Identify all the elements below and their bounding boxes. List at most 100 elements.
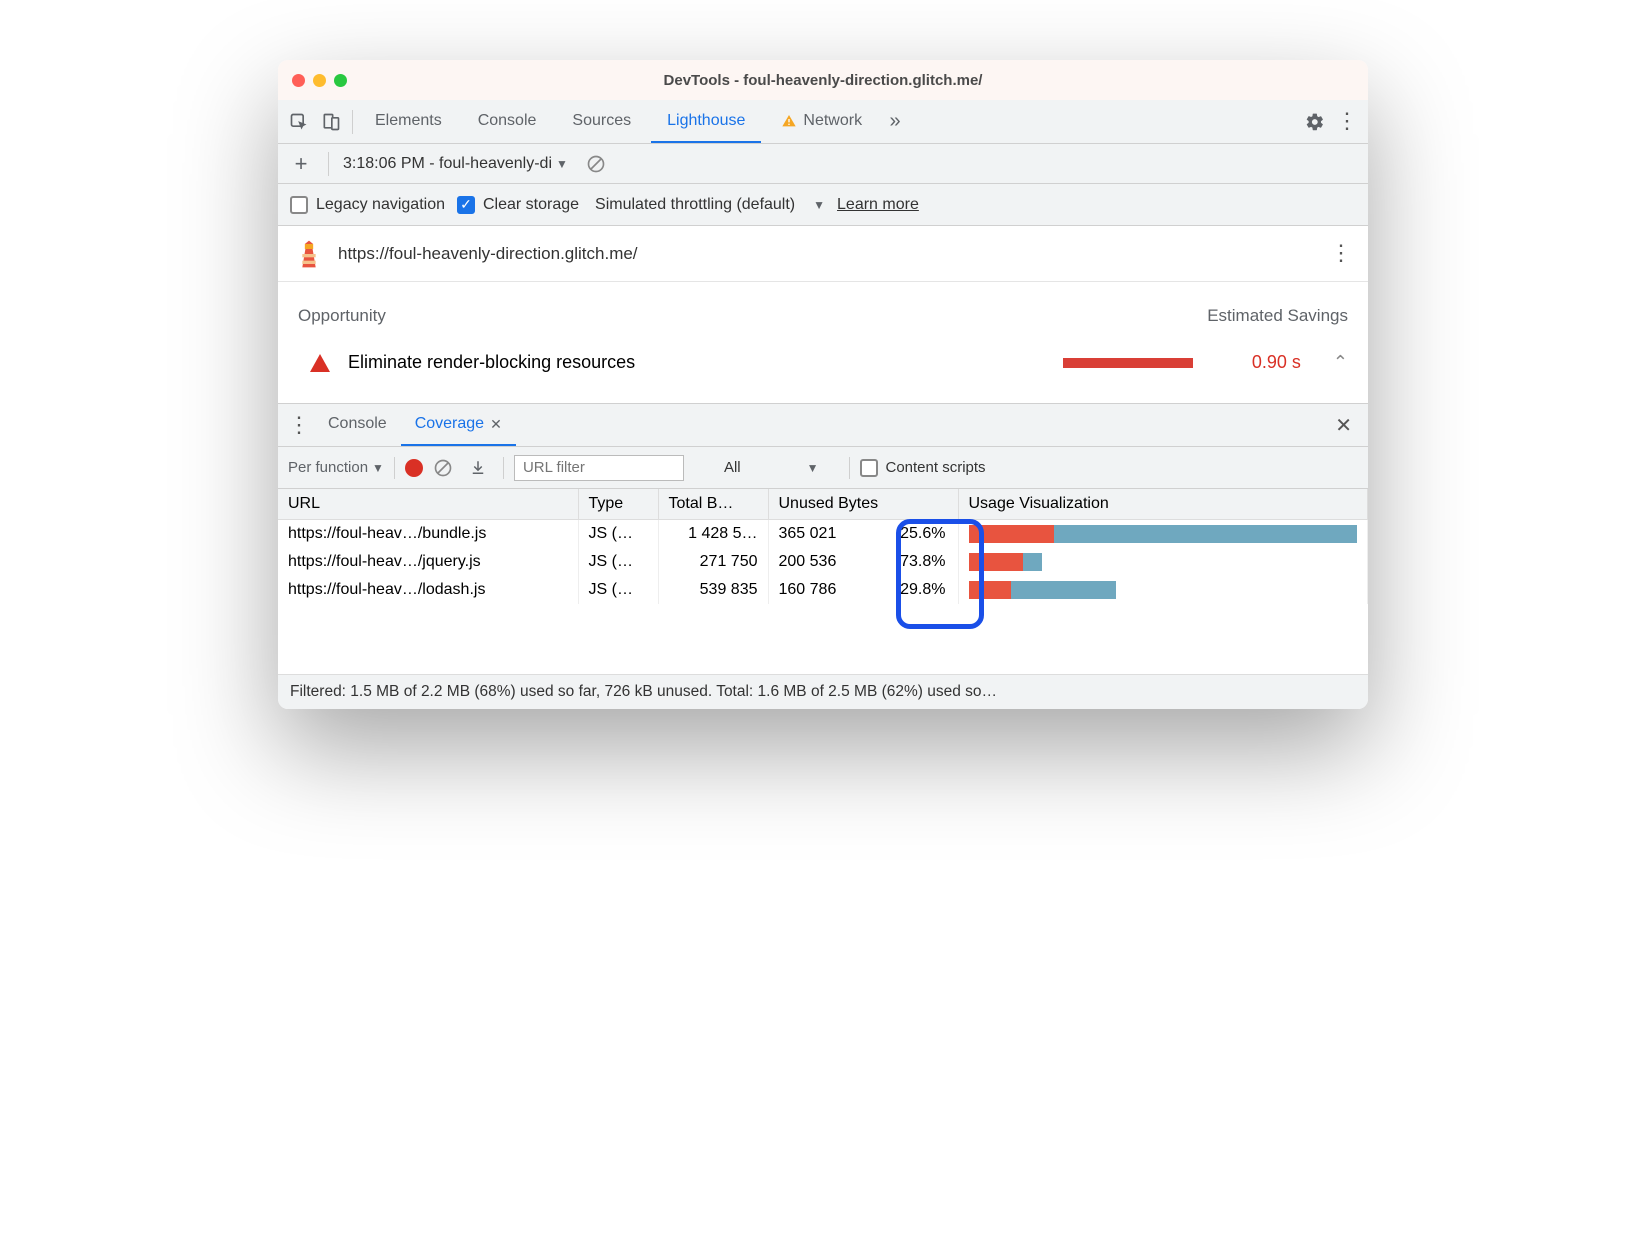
clear-icon[interactable] (586, 154, 606, 174)
coverage-table-wrap: URL Type Total B… Unused Bytes Usage Vis… (278, 489, 1368, 674)
chevron-down-icon: ▼ (556, 157, 568, 171)
chevron-down-icon: ▼ (813, 198, 825, 212)
cell-unused: 200 53673.8% (768, 548, 958, 576)
throttling-select[interactable]: Simulated throttling (default) ▼ (595, 196, 825, 214)
chevron-down-icon: ▼ (807, 461, 819, 475)
separator (849, 457, 850, 479)
cell-type: JS (… (578, 520, 658, 549)
drawer-tab-console[interactable]: Console (314, 404, 401, 446)
clear-coverage-icon[interactable] (433, 458, 453, 478)
report-url-row: https://foul-heavenly-direction.glitch.m… (278, 226, 1368, 282)
col-type-header[interactable]: Type (578, 489, 658, 520)
drawer-tab-coverage-label: Coverage (415, 415, 484, 433)
window-controls (292, 74, 347, 87)
throttling-label: Simulated throttling (default) (595, 196, 795, 214)
opportunity-row[interactable]: Eliminate render-blocking resources 0.90… (298, 352, 1348, 373)
cell-url: https://foul-heav…/lodash.js (278, 576, 578, 604)
legacy-navigation-label: Legacy navigation (316, 196, 445, 214)
checkbox-icon (290, 196, 308, 214)
coverage-footer: Filtered: 1.5 MB of 2.2 MB (68%) used so… (278, 674, 1368, 709)
opportunity-title: Eliminate render-blocking resources (348, 352, 635, 373)
more-tabs-icon[interactable]: » (880, 107, 910, 137)
opportunity-savings: 0.90 s (1241, 352, 1301, 373)
content-scripts-label: Content scripts (886, 459, 986, 476)
cell-unused: 365 02125.6% (768, 520, 958, 549)
cell-url: https://foul-heav…/jquery.js (278, 548, 578, 576)
device-toggle-icon[interactable] (316, 107, 346, 137)
opportunity-section: Opportunity Estimated Savings Eliminate … (278, 282, 1368, 403)
cell-url: https://foul-heav…/bundle.js (278, 520, 578, 549)
opportunity-header-left: Opportunity (298, 306, 386, 326)
close-window-button[interactable] (292, 74, 305, 87)
lighthouse-icon (294, 239, 324, 269)
tab-elements[interactable]: Elements (359, 100, 458, 143)
url-filter-input[interactable] (514, 455, 684, 481)
kebab-menu-icon[interactable]: ⋮ (1332, 107, 1362, 137)
cell-total: 539 835 (658, 576, 768, 604)
close-drawer-icon[interactable]: ✕ (1325, 413, 1362, 438)
col-viz-header[interactable]: Usage Visualization (958, 489, 1368, 520)
checkbox-icon (860, 459, 878, 477)
drawer-tab-coverage[interactable]: Coverage ✕ (401, 404, 516, 446)
cell-total: 271 750 (658, 548, 768, 576)
table-row[interactable]: https://foul-heav…/lodash.jsJS (…539 835… (278, 576, 1368, 604)
triangle-fail-icon (310, 354, 330, 372)
coverage-table: URL Type Total B… Unused Bytes Usage Vis… (278, 489, 1368, 604)
chevron-up-icon[interactable]: ⌃ (1333, 352, 1348, 373)
cell-type: JS (… (578, 548, 658, 576)
cell-viz (958, 520, 1368, 549)
learn-more-link[interactable]: Learn more (837, 196, 919, 214)
lighthouse-settings-row: Legacy navigation ✓ Clear storage Simula… (278, 184, 1368, 226)
col-unused-header[interactable]: Unused Bytes (768, 489, 958, 520)
cell-unused: 160 78629.8% (768, 576, 958, 604)
tab-console[interactable]: Console (462, 100, 553, 143)
main-tabs: Elements Console Sources Lighthouse Netw… (359, 100, 878, 143)
cell-total: 1 428 5… (658, 520, 768, 549)
granularity-label: Per function (288, 459, 368, 476)
close-tab-icon[interactable]: ✕ (490, 416, 502, 433)
chevron-down-icon: ▼ (372, 461, 384, 475)
opportunity-header-right: Estimated Savings (1207, 306, 1348, 326)
tab-network[interactable]: Network (765, 100, 878, 143)
cell-type: JS (… (578, 576, 658, 604)
main-toolbar: Elements Console Sources Lighthouse Netw… (278, 100, 1368, 144)
report-menu-icon[interactable]: ⋮ (1330, 249, 1352, 258)
coverage-table-header: URL Type Total B… Unused Bytes Usage Vis… (278, 489, 1368, 520)
col-url-header[interactable]: URL (278, 489, 578, 520)
coverage-toolbar: Per function ▼ All ▼ Content scripts (278, 447, 1368, 489)
table-row[interactable]: https://foul-heav…/jquery.jsJS (…271 750… (278, 548, 1368, 576)
separator (352, 110, 353, 134)
new-report-button[interactable]: + (288, 151, 314, 177)
cell-viz (958, 576, 1368, 604)
drawer-menu-icon[interactable]: ⋮ (284, 410, 314, 440)
report-select[interactable]: 3:18:06 PM - foul-heavenly-di ▼ (343, 155, 568, 173)
minimize-window-button[interactable] (313, 74, 326, 87)
col-total-header[interactable]: Total B… (658, 489, 768, 520)
tab-network-label: Network (803, 112, 862, 130)
granularity-select[interactable]: Per function ▼ (288, 459, 384, 476)
type-filter-label: All (724, 459, 741, 476)
separator (328, 152, 329, 176)
clear-storage-checkbox[interactable]: ✓ Clear storage (457, 196, 579, 214)
table-row[interactable]: https://foul-heav…/bundle.jsJS (…1 428 5… (278, 520, 1368, 549)
maximize-window-button[interactable] (334, 74, 347, 87)
separator (394, 457, 395, 479)
checkbox-checked-icon: ✓ (457, 196, 475, 214)
separator (503, 457, 504, 479)
export-icon[interactable] (463, 453, 493, 483)
warning-icon (781, 113, 797, 129)
content-scripts-checkbox[interactable]: Content scripts (860, 459, 986, 477)
report-select-label: 3:18:06 PM - foul-heavenly-di (343, 155, 552, 173)
cell-viz (958, 548, 1368, 576)
tab-lighthouse[interactable]: Lighthouse (651, 100, 761, 143)
report-url: https://foul-heavenly-direction.glitch.m… (338, 244, 638, 264)
tab-sources[interactable]: Sources (556, 100, 647, 143)
settings-icon[interactable] (1300, 107, 1330, 137)
opportunity-header: Opportunity Estimated Savings (298, 306, 1348, 326)
devtools-window: DevTools - foul-heavenly-direction.glitc… (278, 60, 1368, 709)
legacy-navigation-checkbox[interactable]: Legacy navigation (290, 196, 445, 214)
inspect-icon[interactable] (284, 107, 314, 137)
type-filter-select[interactable]: All ▼ (724, 459, 839, 476)
record-button[interactable] (405, 459, 423, 477)
clear-storage-label: Clear storage (483, 196, 579, 214)
